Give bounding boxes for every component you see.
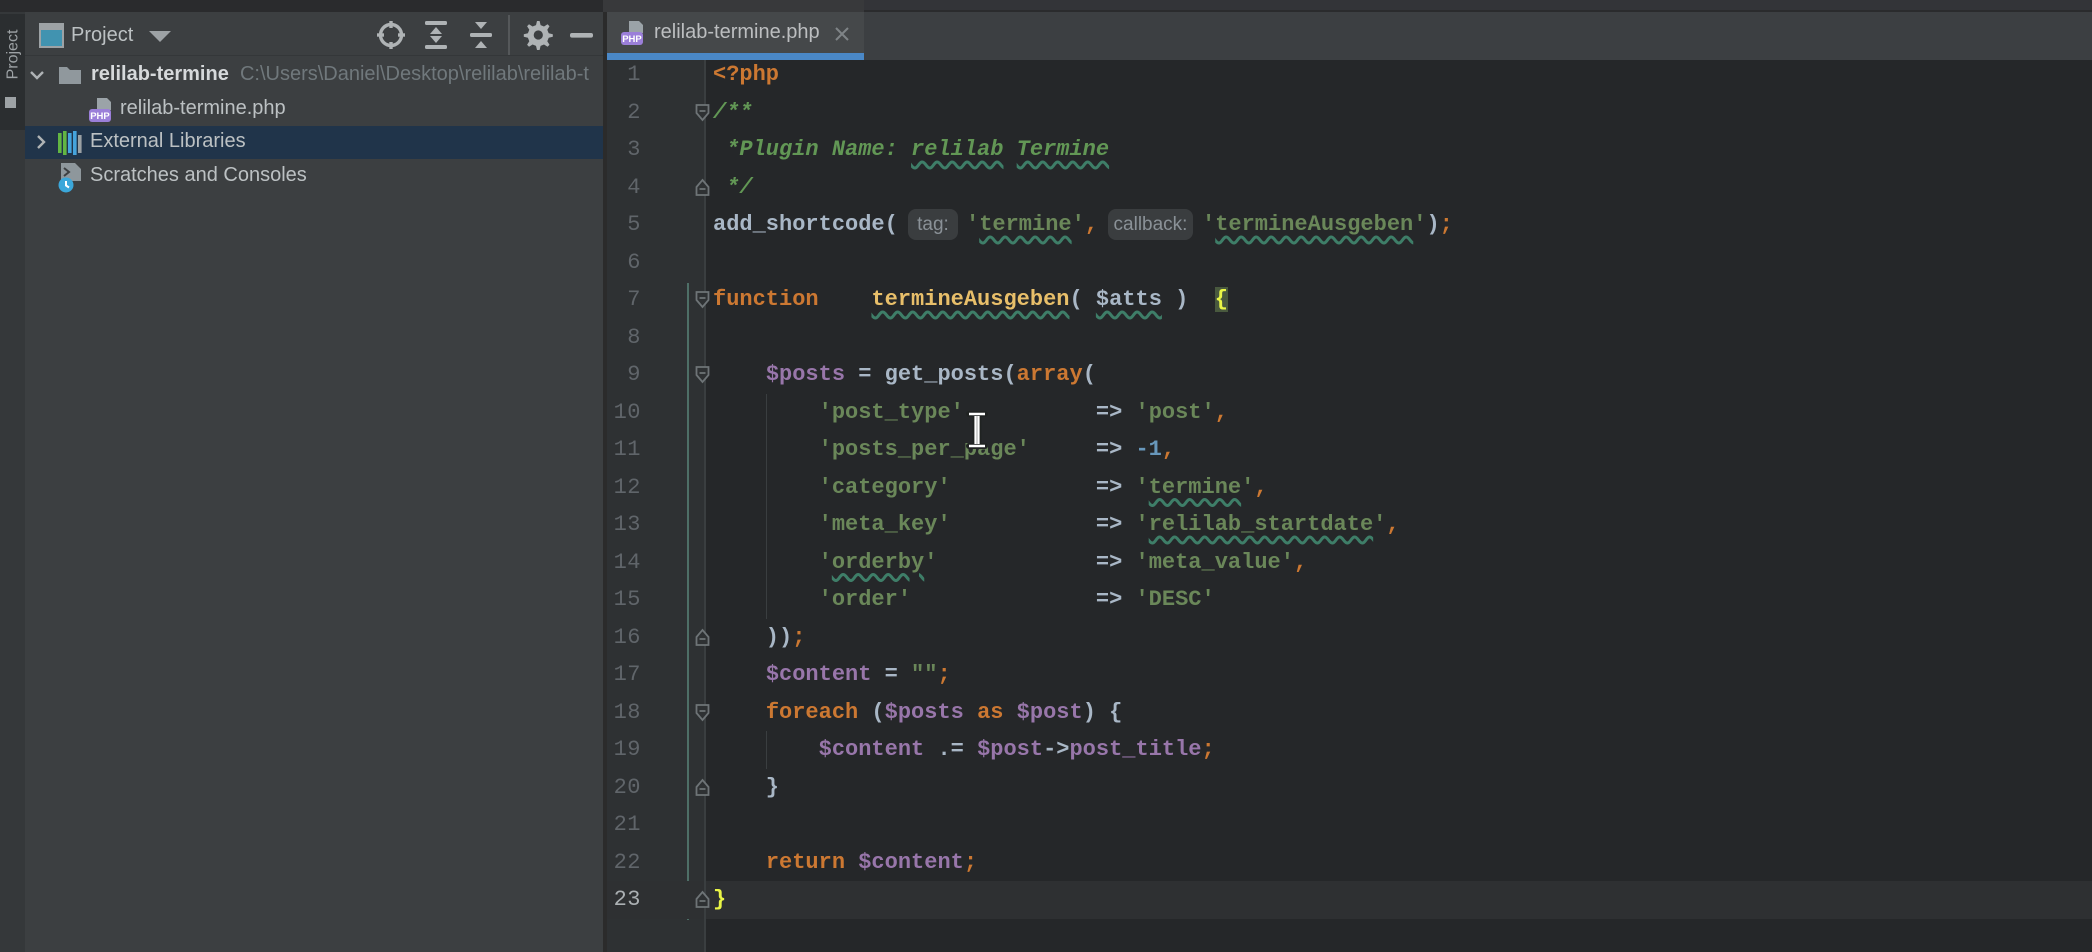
svg-text:PHP: PHP <box>622 34 642 45</box>
svg-text:PHP: PHP <box>90 111 110 122</box>
